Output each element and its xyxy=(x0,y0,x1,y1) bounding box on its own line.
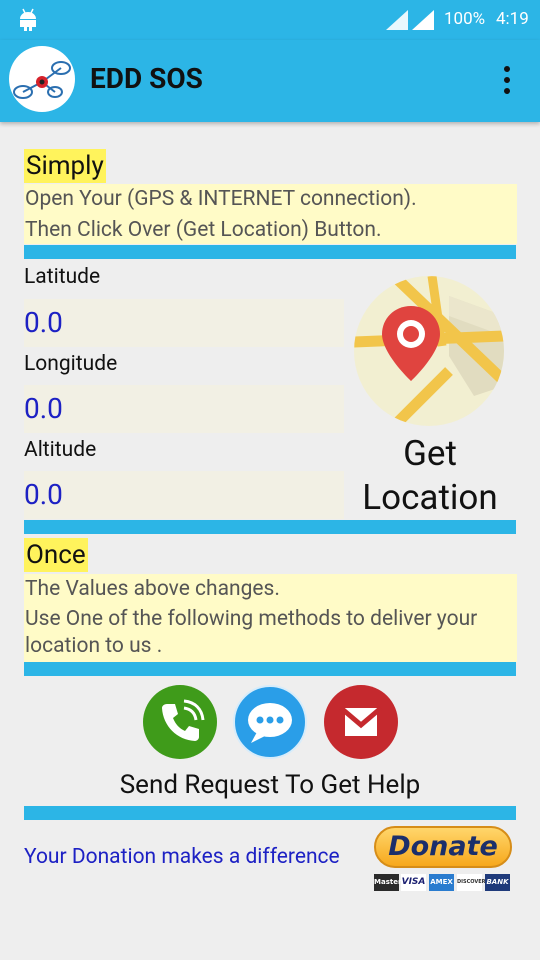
once-heading: Once xyxy=(24,538,88,572)
altitude-label: Altitude xyxy=(24,438,97,462)
longitude-label: Longitude xyxy=(24,352,118,376)
once-note: The Values above changes. Use One of the… xyxy=(24,574,517,662)
intro-line-1: Open Your (GPS & INTERNET connection). xyxy=(25,187,417,211)
visa-logo: VISA xyxy=(401,874,426,891)
app-title: EDD SOS xyxy=(90,62,203,95)
app-bar: EDD SOS xyxy=(0,40,540,122)
signal-icon-2 xyxy=(412,10,434,30)
battery-text: 100% xyxy=(444,9,486,29)
get-location-label[interactable]: Get Location xyxy=(352,432,508,520)
divider-bar xyxy=(24,520,516,534)
sms-button[interactable] xyxy=(233,685,307,759)
payment-cards: MasterCard VISA AMEX DISCOVER BANK xyxy=(374,874,512,892)
donation-text[interactable]: Your Donation makes a difference xyxy=(24,845,340,869)
donate-button[interactable]: Donate xyxy=(374,826,512,868)
latitude-value: 0.0 xyxy=(24,306,63,339)
intro-line-2: Then Click Over (Get Location) Button. xyxy=(25,218,382,242)
gmail-icon xyxy=(339,706,383,736)
once-line-1: The Values above changes. xyxy=(25,577,280,601)
simply-heading: Simply xyxy=(24,149,106,183)
divider-bar xyxy=(24,662,516,676)
map-pin-icon[interactable] xyxy=(354,276,504,426)
discover-logo: DISCOVER xyxy=(457,874,486,891)
get-location-line-1: Get xyxy=(403,433,457,474)
once-line-2: Use One of the following methods to deli… xyxy=(25,607,478,631)
drone-logo-icon[interactable] xyxy=(9,46,75,112)
divider-bar xyxy=(24,245,516,259)
divider-bar xyxy=(24,806,516,820)
signal-icon xyxy=(386,10,408,30)
latitude-label: Latitude xyxy=(24,265,101,289)
longitude-field: 0.0 xyxy=(24,385,344,433)
overflow-menu-icon[interactable] xyxy=(500,66,514,96)
altitude-field: 0.0 xyxy=(24,471,344,519)
amex-logo: AMEX xyxy=(429,874,454,891)
send-request-label: Send Request To Get Help xyxy=(119,770,421,800)
once-line-3: location to us . xyxy=(25,634,163,658)
email-button[interactable] xyxy=(324,685,398,759)
get-location-line-2: Location xyxy=(362,477,498,518)
longitude-value: 0.0 xyxy=(24,392,63,425)
call-button[interactable] xyxy=(143,685,217,759)
bank-logo: BANK xyxy=(485,874,510,891)
phone-icon xyxy=(162,699,205,741)
mastercard-logo: MasterCard xyxy=(374,874,420,891)
clock-text: 4:19 xyxy=(496,9,529,29)
message-icon xyxy=(248,703,292,743)
altitude-value: 0.0 xyxy=(24,478,63,511)
latitude-field: 0.0 xyxy=(24,299,344,347)
status-bar: 100% 4:19 xyxy=(0,0,540,40)
intro-note: Open Your (GPS & INTERNET connection). T… xyxy=(24,184,517,244)
android-icon xyxy=(20,8,36,31)
